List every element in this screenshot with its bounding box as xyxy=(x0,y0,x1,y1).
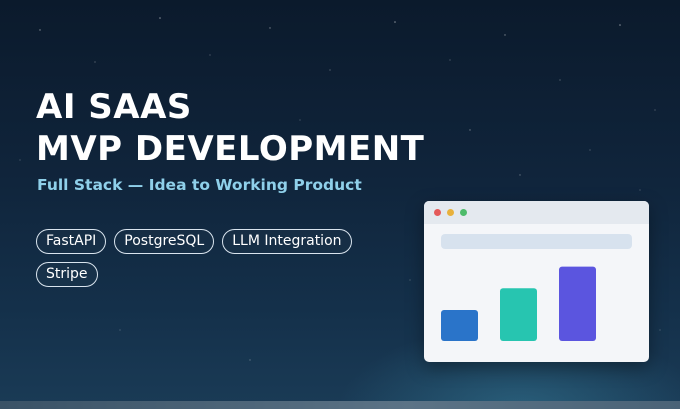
window-close-dot xyxy=(434,209,441,216)
app-window-mockup xyxy=(424,201,649,362)
tag-fastapi: FastAPI xyxy=(36,229,107,254)
tag-postgresql: PostgreSQL xyxy=(114,229,215,254)
hero-title-line-2: MVP DEVELOPMENT xyxy=(36,129,425,169)
window-maximize-dot xyxy=(460,209,467,216)
chart-bar-3 xyxy=(559,266,596,341)
tag-stripe: Stripe xyxy=(36,262,98,287)
tech-tag-list: FastAPI PostgreSQL LLM Integration Strip… xyxy=(36,229,386,287)
bottom-strip xyxy=(0,401,680,409)
chart-bar-1 xyxy=(441,310,478,341)
window-titlebar xyxy=(424,201,649,224)
hero-title: AI SAAS MVP DEVELOPMENT xyxy=(36,86,424,170)
bar-chart-illustration xyxy=(441,266,596,341)
tag-llm-integration: LLM Integration xyxy=(222,229,352,254)
hero-title-line-1: AI SAAS xyxy=(36,87,192,127)
window-minimize-dot xyxy=(447,209,454,216)
hero-subtitle: Full Stack — Idea to Working Product xyxy=(37,176,362,194)
chart-bar-2 xyxy=(500,288,537,341)
